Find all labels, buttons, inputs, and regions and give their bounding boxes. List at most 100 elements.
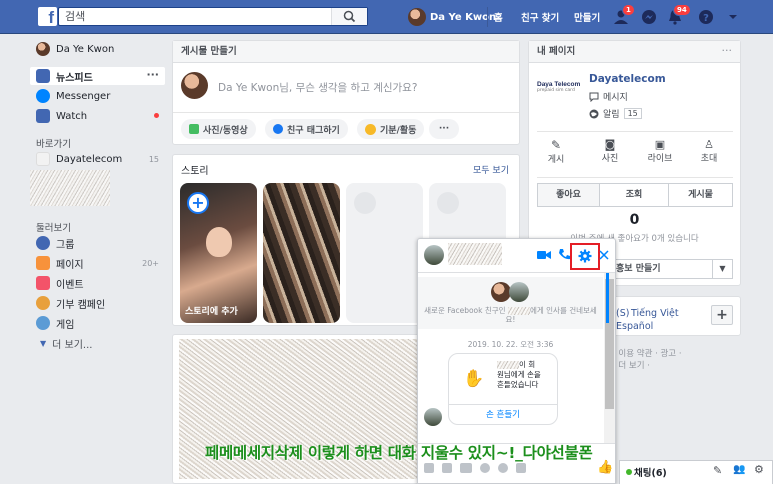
news-feed-options-icon[interactable]: ··· bbox=[146, 68, 159, 81]
sidebar-item-count: 20+ bbox=[142, 258, 159, 268]
page-action-invite[interactable]: ♙ 초대 bbox=[694, 138, 724, 164]
page-messages-link[interactable]: 메시지 bbox=[589, 90, 628, 103]
sidebar-item-fundraisers[interactable]: 기부 캠페인 bbox=[30, 294, 165, 312]
language-link-spanish[interactable]: Español bbox=[616, 321, 653, 332]
sidebar-item-dayatelecom[interactable]: Dayatelecom 15 bbox=[30, 150, 165, 168]
brand-logo-subtext: prepaid sim card bbox=[537, 88, 575, 93]
page-notifications-link[interactable]: 알림 15 bbox=[589, 107, 642, 120]
chevron-down-icon: ▼ bbox=[40, 338, 47, 348]
nav-create-link[interactable]: 만들기 bbox=[574, 10, 600, 24]
search-input[interactable] bbox=[59, 8, 329, 25]
composer-input[interactable]: Da Ye Kwon님, 무슨 생각을 하고 계신가요? bbox=[218, 80, 417, 95]
sidebar-item-groups[interactable]: 그룹 bbox=[30, 234, 165, 252]
video-camera-icon: ▣ bbox=[654, 138, 666, 151]
gif-icon[interactable] bbox=[460, 463, 472, 473]
avatar bbox=[181, 72, 208, 99]
my-page-options-icon[interactable]: ··· bbox=[722, 44, 733, 57]
new-group-icon[interactable]: 👥 bbox=[733, 464, 745, 475]
chat-scrollbar[interactable] bbox=[604, 273, 615, 443]
photo-icon[interactable] bbox=[424, 463, 434, 473]
page-brand-logo[interactable]: Daya Telecom prepaid sim card bbox=[537, 81, 581, 103]
page-action-live[interactable]: ▣ 라이브 bbox=[643, 138, 677, 164]
avatar bbox=[408, 8, 426, 26]
page-tab-views[interactable]: 조회 bbox=[599, 183, 669, 207]
page-action-photo[interactable]: ◙ 사진 bbox=[595, 138, 625, 164]
story-face bbox=[206, 227, 232, 257]
chat-intro-text: 새로운 Facebook 친구인 에게 인사를 건네보세요! bbox=[422, 306, 599, 324]
composer-more-button[interactable]: ··· bbox=[429, 119, 459, 139]
sidebar-item-watch[interactable]: Watch bbox=[30, 107, 165, 125]
chat-sidebar-bar[interactable]: 채팅(6) ✎ 👥 ⚙ bbox=[619, 460, 773, 484]
nav-find-friends-link[interactable]: 친구 찾기 bbox=[521, 10, 559, 24]
blurred-shortcuts bbox=[30, 170, 110, 206]
tag-friends-button[interactable]: 친구 태그하기 bbox=[265, 119, 348, 139]
game-icon[interactable] bbox=[498, 463, 508, 473]
gear-icon[interactable] bbox=[578, 249, 592, 263]
add-story-card[interactable]: + 스토리에 추가 bbox=[180, 183, 257, 323]
help-icon[interactable]: ? bbox=[697, 8, 715, 26]
news-feed-icon bbox=[36, 69, 50, 83]
nav-home-link[interactable]: 홈 bbox=[494, 10, 503, 24]
search-button[interactable] bbox=[331, 8, 367, 25]
page-tab-posts[interactable]: 게시물 bbox=[668, 183, 733, 207]
sidebar-item-messenger[interactable]: Messenger bbox=[30, 87, 165, 105]
like-thumbs-up-icon[interactable]: 👍 bbox=[597, 460, 613, 475]
tag-friends-label: 친구 태그하기 bbox=[287, 125, 340, 136]
phone-call-icon[interactable] bbox=[558, 248, 570, 261]
left-profile-link[interactable]: Da Ye Kwon bbox=[36, 40, 171, 58]
language-link[interactable]: (S) bbox=[616, 308, 629, 319]
messenger-icon[interactable] bbox=[640, 8, 658, 26]
composer-user-name: Da Ye Kwon bbox=[218, 82, 280, 94]
account-menu-chevron-down-icon[interactable] bbox=[724, 8, 742, 26]
create-promotion-label: 홍보 만들기 bbox=[616, 264, 661, 274]
emoji-icon[interactable] bbox=[480, 463, 490, 473]
notifications-badge: 94 bbox=[673, 4, 691, 16]
attach-file-icon[interactable] bbox=[516, 463, 526, 473]
svg-text:?: ? bbox=[703, 13, 709, 24]
likes-count: 0 bbox=[629, 212, 640, 228]
chat-timestamp: 2019. 10. 22. 오전 3:36 bbox=[467, 340, 554, 349]
facebook-logo[interactable]: f bbox=[38, 7, 57, 26]
feeling-activity-label: 기분/활동 bbox=[380, 125, 417, 136]
feeling-activity-button[interactable]: 기분/활동 bbox=[357, 119, 425, 139]
new-message-icon[interactable]: ✎ bbox=[713, 464, 722, 477]
stories-see-all-link[interactable]: 모두 보기 bbox=[473, 163, 509, 176]
chat-message-area: 새로운 Facebook 친구인 에게 인사를 건네보세요! 2019. 10.… bbox=[418, 273, 603, 443]
chevron-down-icon[interactable]: ▼ bbox=[712, 260, 732, 278]
sidebar-item-count: 15 bbox=[148, 154, 159, 164]
chat-settings-gear-icon[interactable]: ⚙ bbox=[754, 463, 764, 476]
see-more-label: 더 보기... bbox=[52, 339, 93, 351]
add-story-plus-icon[interactable]: + bbox=[187, 192, 209, 214]
page-action-label: 사진 bbox=[601, 154, 619, 164]
sticker-icon[interactable] bbox=[442, 463, 452, 473]
page-action-label: 게시 bbox=[547, 155, 565, 165]
see-more-link[interactable]: ▼ 더 보기... bbox=[30, 334, 165, 352]
sidebar-item-events[interactable]: 이벤트 bbox=[30, 274, 165, 292]
friend-requests-badge: 1 bbox=[622, 4, 635, 16]
waving-hand-icon: ✋ bbox=[463, 369, 485, 389]
sidebar-item-pages[interactable]: 페이지 20+ bbox=[30, 254, 165, 272]
photo-video-button[interactable]: 사진/동영상 bbox=[181, 119, 256, 139]
search-box bbox=[58, 7, 368, 26]
chat-header[interactable] bbox=[418, 239, 615, 273]
wave-back-button[interactable]: 손 흔들기 bbox=[449, 408, 557, 420]
divider bbox=[173, 112, 519, 113]
nav-profile-link[interactable]: Da Ye Kwon bbox=[408, 7, 496, 27]
page-thumbnail bbox=[36, 152, 50, 166]
story-card[interactable] bbox=[263, 183, 340, 323]
page-action-post[interactable]: ✎ 게시 bbox=[541, 138, 571, 165]
sidebar-item-games[interactable]: 게임 bbox=[30, 314, 165, 332]
footer-links[interactable]: · 이용 약관 · 광고 · bbox=[613, 347, 682, 359]
explore-heading: 둘러보기 bbox=[36, 223, 71, 234]
page-name-link[interactable]: Dayatelecom bbox=[589, 73, 666, 85]
chat-intro-prefix: 새로운 Facebook 친구인 bbox=[424, 306, 506, 315]
footer-more-link[interactable]: · 더 보기 · bbox=[613, 359, 650, 371]
close-icon[interactable] bbox=[599, 250, 609, 260]
sidebar-item-news-feed[interactable]: 뉴스피드 ··· bbox=[30, 67, 165, 85]
video-call-icon[interactable] bbox=[537, 250, 551, 260]
language-link-vietnamese[interactable]: Tiếng Việt bbox=[631, 308, 679, 319]
add-language-button[interactable]: + bbox=[711, 305, 733, 325]
chat-composer-tools bbox=[424, 463, 526, 473]
photo-video-label: 사진/동영상 bbox=[203, 125, 248, 136]
page-tab-likes[interactable]: 좋아요 bbox=[537, 183, 600, 207]
